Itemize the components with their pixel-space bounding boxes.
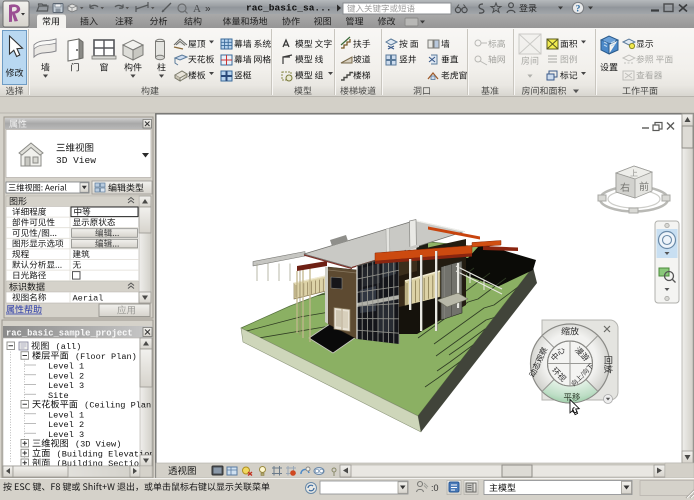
svg-text:(3D View): (3D View) <box>70 440 122 450</box>
svg-text:Level 1: Level 1 <box>48 410 84 420</box>
svg-text:(Floor Plan): (Floor Plan) <box>70 352 137 362</box>
svg-text:Level 3: Level 3 <box>48 430 84 440</box>
svg-text:(Ceiling Plan: (Ceiling Plan <box>79 401 151 411</box>
svg-text:Level 1: Level 1 <box>48 362 84 372</box>
svg-text:A: A <box>193 3 201 15</box>
svg-text:Aerial: Aerial <box>73 294 104 304</box>
svg-text:?: ? <box>576 4 581 14</box>
svg-text:Level 2: Level 2 <box>48 420 84 430</box>
svg-text:Level 2: Level 2 <box>48 371 84 381</box>
svg-text:(Building Elevation: (Building Elevation <box>51 449 154 459</box>
svg-text:Site: Site <box>48 391 69 401</box>
svg-text:»: » <box>205 4 211 15</box>
svg-text:rac_basic_sample_project: rac_basic_sample_project <box>6 329 133 339</box>
svg-text::0: :0 <box>431 483 439 493</box>
svg-text:Level 3: Level 3 <box>48 381 84 391</box>
svg-text:rac_basic_sa...: rac_basic_sa... <box>246 3 332 14</box>
svg-text:3D View: 3D View <box>56 155 96 166</box>
svg-text:(all): (all) <box>50 342 81 352</box>
